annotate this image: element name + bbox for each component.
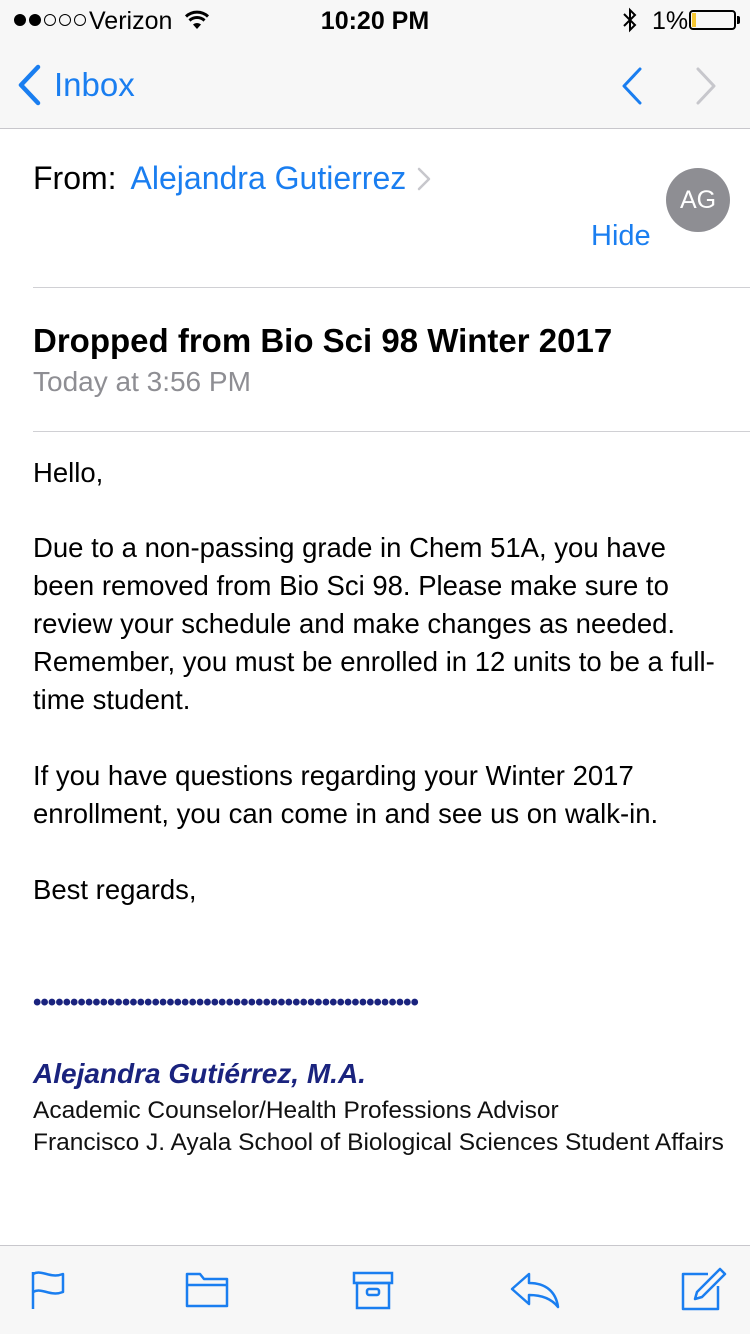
back-label: Inbox: [54, 66, 135, 103]
message-subject: Dropped from Bio Sci 98 Winter 2017: [33, 322, 613, 359]
signature-title: Academic Counselor/Health Professions Ad…: [33, 1097, 559, 1124]
header-divider: [33, 287, 750, 288]
hide-details-button[interactable]: Hide: [591, 220, 651, 253]
battery-icon: [689, 10, 736, 30]
subject-divider: [33, 431, 750, 432]
navigation-bar: Inbox: [0, 40, 750, 129]
bottom-toolbar: [0, 1245, 750, 1334]
greeting: Hello,: [33, 457, 104, 488]
battery-percent: 1%: [652, 7, 689, 35]
back-to-inbox-button[interactable]: Inbox: [16, 64, 135, 106]
message-date: Today at 3:56 PM: [33, 366, 251, 397]
sender-name-link[interactable]: Alejandra Gutierrez: [131, 160, 407, 197]
body-paragraph-2: If you have questions regarding your Win…: [33, 760, 659, 829]
from-row: From: Alejandra Gutierrez: [33, 160, 432, 197]
battery-cap: [737, 16, 740, 24]
chevron-right-icon[interactable]: [416, 166, 432, 192]
sender-avatar[interactable]: AG: [666, 168, 730, 232]
from-label: From:: [33, 160, 117, 196]
closing: Best regards,: [33, 874, 197, 905]
status-bar: Verizon 10:20 PM 1%: [0, 0, 750, 40]
previous-message-icon[interactable]: [618, 66, 644, 106]
body-paragraph-1: Due to a non-passing grade in Chem 51A, …: [33, 532, 715, 715]
signature-organization: Francisco J. Ayala School of Biological …: [33, 1129, 724, 1156]
signature-dot-divider: ••••••••••••••••••••••••••••••••••••••••…: [33, 989, 419, 1016]
next-message-icon[interactable]: [694, 66, 720, 106]
compose-icon[interactable]: [680, 1266, 728, 1312]
signature-name: Alejandra Gutiérrez, M.A.: [33, 1058, 366, 1089]
folder-icon[interactable]: [185, 1270, 229, 1308]
bluetooth-icon: [623, 7, 637, 33]
chevron-left-icon: [18, 64, 41, 106]
archive-icon[interactable]: [352, 1270, 394, 1310]
battery-fill: [692, 13, 696, 27]
flag-icon[interactable]: [30, 1270, 68, 1310]
reply-icon[interactable]: [509, 1270, 561, 1310]
